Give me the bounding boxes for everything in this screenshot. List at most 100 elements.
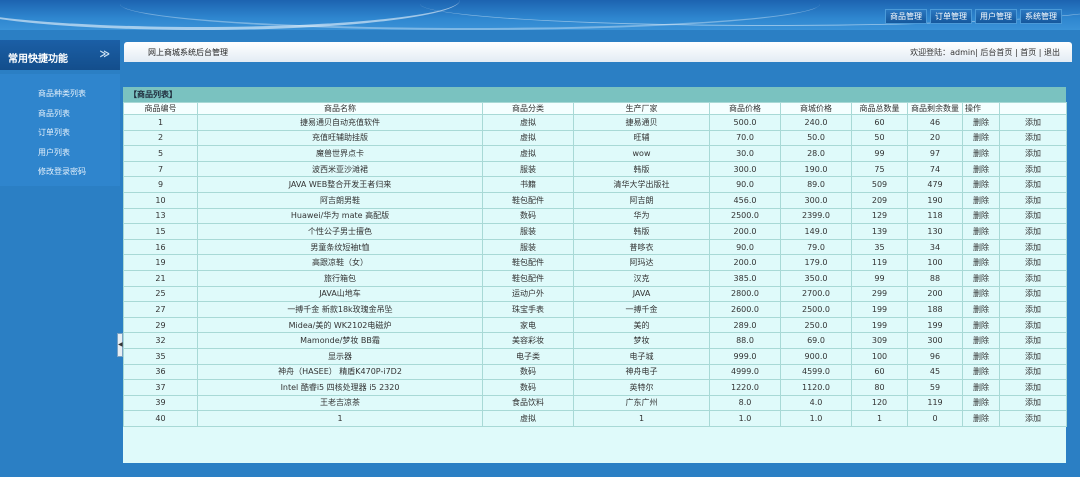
delete-button[interactable]: 删除 <box>962 176 1000 193</box>
add-button[interactable]: 添加 <box>999 410 1067 427</box>
column-header: 商品价格 <box>709 102 781 115</box>
product-name-cell: 阿吉朗男鞋 <box>197 191 483 209</box>
mall-price-cell: 1.0 <box>780 410 852 427</box>
category-cell: 数码 <box>482 363 574 381</box>
total-qty-cell: 119 <box>851 254 908 271</box>
topnav-product-management[interactable]: 商品管理 <box>885 9 927 24</box>
delete-button[interactable]: 删除 <box>962 269 1000 287</box>
remaining-qty-cell: 188 <box>907 301 963 318</box>
total-qty-cell: 80 <box>851 379 908 396</box>
price-cell: 1.0 <box>709 410 781 427</box>
add-button[interactable]: 添加 <box>999 176 1067 193</box>
delete-button[interactable]: 删除 <box>962 410 1000 427</box>
add-button[interactable]: 添加 <box>999 145 1067 162</box>
topnav-order-management[interactable]: 订单管理 <box>930 9 972 24</box>
add-button[interactable]: 添加 <box>999 332 1067 349</box>
product-name-cell: JAVA山地车 <box>197 285 483 303</box>
mall-price-cell: 2399.0 <box>780 207 852 225</box>
add-button[interactable]: 添加 <box>999 379 1067 396</box>
table-row: 40 1 虚拟 1 1.0 1.0 1 0 删除 添加 <box>123 410 1067 427</box>
table-row: 35 显示器 电子类 电子城 999.0 900.0 100 96 删除 添加 <box>123 347 1067 365</box>
delete-button[interactable]: 删除 <box>962 114 1000 131</box>
add-button[interactable]: 添加 <box>999 160 1067 178</box>
category-cell: 虚拟 <box>482 114 574 131</box>
delete-button[interactable]: 删除 <box>962 379 1000 396</box>
total-qty-cell: 299 <box>851 285 908 303</box>
delete-button[interactable]: 删除 <box>962 332 1000 349</box>
add-button[interactable]: 添加 <box>999 285 1067 303</box>
remaining-qty-cell: 130 <box>907 223 963 240</box>
add-button[interactable]: 添加 <box>999 301 1067 318</box>
delete-button[interactable]: 删除 <box>962 223 1000 240</box>
delete-button[interactable]: 删除 <box>962 191 1000 209</box>
price-cell: 4999.0 <box>709 363 781 381</box>
topnav-system-management[interactable]: 系统管理 <box>1020 9 1062 24</box>
sidebar-header[interactable]: 常用快捷功能 ≫ <box>0 40 120 70</box>
delete-button[interactable]: 删除 <box>962 160 1000 178</box>
total-qty-cell: 35 <box>851 238 908 256</box>
category-cell: 鞋包配件 <box>482 191 574 209</box>
total-qty-cell: 100 <box>851 347 908 365</box>
category-cell: 鞋包配件 <box>482 269 574 287</box>
add-button[interactable]: 添加 <box>999 114 1067 131</box>
product-id-cell: 25 <box>123 285 198 303</box>
delete-button[interactable]: 删除 <box>962 363 1000 381</box>
delete-button[interactable]: 删除 <box>962 316 1000 334</box>
home-link[interactable]: 首页 <box>1020 48 1036 57</box>
product-name-cell: 魔兽世界点卡 <box>197 145 483 162</box>
logout-link[interactable]: 退出 <box>1044 48 1060 57</box>
remaining-qty-cell: 74 <box>907 160 963 178</box>
category-cell: 家电 <box>482 316 574 334</box>
category-cell: 虚拟 <box>482 145 574 162</box>
sidebar-item-order-list[interactable]: 订单列表 <box>0 123 120 143</box>
sidebar-item-product-list[interactable]: 商品列表 <box>0 104 120 124</box>
add-button[interactable]: 添加 <box>999 363 1067 381</box>
product-table: 商品编号 商品名称 商品分类 生产厂家 商品价格 商城价格 商品总数量 商品剩余… <box>123 102 1067 427</box>
product-name-cell: Intel 酷睿i5 四核处理器 i5 2320 <box>197 379 483 396</box>
delete-button[interactable]: 删除 <box>962 347 1000 365</box>
add-button[interactable]: 添加 <box>999 394 1067 412</box>
delete-button[interactable]: 删除 <box>962 394 1000 412</box>
product-name-cell: 个性公子男士擅色 <box>197 223 483 240</box>
add-button[interactable]: 添加 <box>999 129 1067 147</box>
price-cell: 200.0 <box>709 254 781 271</box>
delete-button[interactable]: 删除 <box>962 285 1000 303</box>
mall-price-cell: 28.0 <box>780 145 852 162</box>
admin-home-link[interactable]: 后台首页 <box>980 48 1012 57</box>
delete-button[interactable]: 删除 <box>962 145 1000 162</box>
table-row: 27 一搏千金 新款18k玫瑰金吊坠 珠宝手表 一搏千金 2600.0 2500.0 199… <box>123 301 1067 318</box>
category-cell: 数码 <box>482 207 574 225</box>
total-qty-cell: 209 <box>851 191 908 209</box>
sidebar-item-category-list[interactable]: 商品种类列表 <box>0 84 120 104</box>
manufacturer-cell: 旺辅 <box>573 129 710 147</box>
category-cell: 运动户外 <box>482 285 574 303</box>
top-nav: 商品管理 订单管理 用户管理 系统管理 <box>885 9 1062 24</box>
add-button[interactable]: 添加 <box>999 347 1067 365</box>
delete-button[interactable]: 删除 <box>962 301 1000 318</box>
delete-button[interactable]: 删除 <box>962 129 1000 147</box>
table-row: 1 捷易通贝自动充值软件 虚拟 捷易通贝 500.0 240.0 60 46 删除 添加 <box>123 114 1067 131</box>
chevron-down-icon[interactable]: ≫ <box>100 49 110 60</box>
add-button[interactable]: 添加 <box>999 207 1067 225</box>
add-button[interactable]: 添加 <box>999 269 1067 287</box>
panel-title: 【商品列表】 <box>123 87 1066 102</box>
add-button[interactable]: 添加 <box>999 191 1067 209</box>
mall-price-cell: 1120.0 <box>780 379 852 396</box>
sidebar-item-user-list[interactable]: 用户列表 <box>0 143 120 163</box>
delete-button[interactable]: 删除 <box>962 254 1000 271</box>
mall-price-cell: 79.0 <box>780 238 852 256</box>
product-id-cell: 40 <box>123 410 198 427</box>
manufacturer-cell: 神舟电子 <box>573 363 710 381</box>
category-cell: 书籍 <box>482 176 574 193</box>
delete-button[interactable]: 删除 <box>962 238 1000 256</box>
sidebar-item-change-password[interactable]: 修改登录密码 <box>0 162 120 182</box>
add-button[interactable]: 添加 <box>999 316 1067 334</box>
product-id-cell: 2 <box>123 129 198 147</box>
manufacturer-cell: JAVA <box>573 285 710 303</box>
add-button[interactable]: 添加 <box>999 223 1067 240</box>
topnav-user-management[interactable]: 用户管理 <box>975 9 1017 24</box>
add-button[interactable]: 添加 <box>999 238 1067 256</box>
column-header: 商品总数量 <box>851 102 908 115</box>
add-button[interactable]: 添加 <box>999 254 1067 271</box>
delete-button[interactable]: 删除 <box>962 207 1000 225</box>
